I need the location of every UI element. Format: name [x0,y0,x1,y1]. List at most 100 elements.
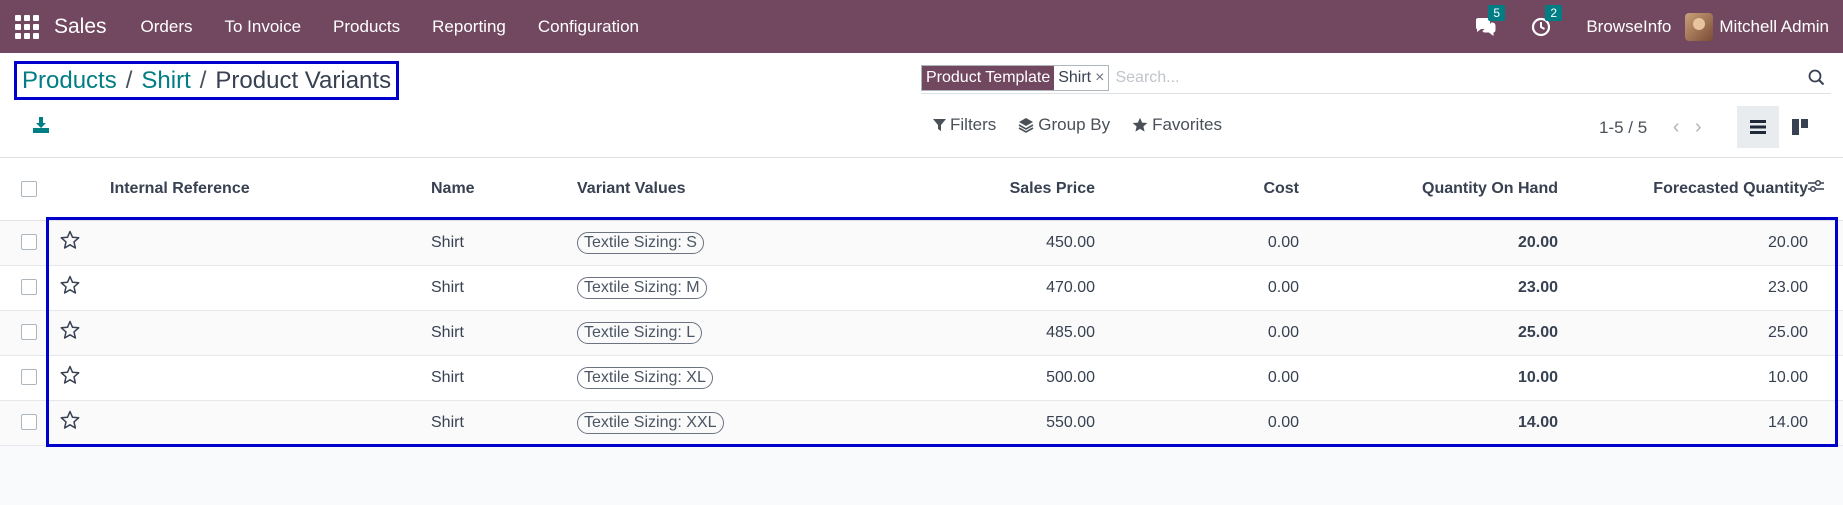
group-by-button[interactable]: Group By [1018,115,1110,135]
column-quantity-on-hand[interactable]: Quantity On Hand [1299,158,1558,221]
row-checkbox[interactable] [21,414,37,431]
variant-values-cell: Textile Sizing: L [577,310,832,356]
facet-remove-icon[interactable]: × [1095,69,1108,87]
column-cost[interactable]: Cost [1095,158,1299,221]
row-end-cell [1808,265,1843,311]
table-header-row: Internal Reference Name Variant Values S… [0,158,1843,221]
activities-count-badge: 2 [1545,4,1563,21]
breadcrumb-shirt[interactable]: Shirt [141,67,190,95]
favorites-button[interactable]: Favorites [1132,115,1222,135]
name-cell: Shirt [431,355,577,401]
page-title: Product Variants [215,66,392,94]
menu-to-invoice[interactable]: To Invoice [209,17,318,37]
table-row[interactable]: Shirt Textile Sizing: M 470.00 0.00 23.0… [0,265,1843,311]
top-navbar: Sales Orders To Invoice Products Reporti… [0,0,1843,53]
menu-orders[interactable]: Orders [125,17,209,37]
row-end-cell [1808,400,1843,446]
app-name[interactable]: Sales [54,15,107,39]
variant-value-tag: Textile Sizing: XXL [577,411,724,434]
favorite-cell [60,310,110,356]
breadcrumb-products[interactable]: Products [22,67,117,95]
kanban-view-button[interactable] [1779,106,1821,148]
kanban-view-icon [1792,119,1808,135]
list-view-icon [1750,120,1766,134]
row-checkbox[interactable] [21,324,37,341]
favorite-cell [60,265,110,311]
sales-price-cell: 470.00 [832,265,1095,311]
table-row[interactable]: Shirt Textile Sizing: XL 500.00 0.00 10.… [0,355,1843,401]
column-sales-price[interactable]: Sales Price [832,158,1095,221]
search-button[interactable] [1801,63,1831,93]
user-name: Mitchell Admin [1719,16,1829,36]
menu-reporting[interactable]: Reporting [416,17,522,37]
search-facet: Product Template Shirt × [921,64,1110,91]
pager-next-icon[interactable]: › [1687,116,1709,139]
cost-cell: 0.00 [1095,400,1299,446]
row-checkbox[interactable] [21,369,37,386]
apps-menu-icon[interactable] [14,14,40,40]
row-checkbox[interactable] [21,279,37,296]
search-bar: Product Template Shirt × [921,62,1831,94]
breadcrumb-separator: / [125,66,133,94]
row-select-cell [0,355,60,401]
cost-cell: 0.00 [1095,220,1299,266]
facet-label: Product Template [922,65,1055,90]
messages-count-badge: 5 [1488,4,1506,21]
pager: 1-5 / 5 ‹ › [1599,116,1709,139]
user-menu[interactable]: Mitchell Admin [1685,12,1829,41]
column-name[interactable]: Name [431,158,577,221]
search-icon [1808,69,1824,86]
sales-price-cell: 450.00 [832,220,1095,266]
cost-cell: 0.00 [1095,310,1299,356]
table-row[interactable]: Shirt Textile Sizing: S 450.00 0.00 20.0… [0,220,1843,266]
layers-icon [1018,118,1034,133]
sales-price-cell: 500.00 [832,355,1095,401]
variant-values-cell: Textile Sizing: XL [577,355,832,401]
cost-cell: 0.00 [1095,355,1299,401]
download-icon [33,117,49,133]
table-row[interactable]: Shirt Textile Sizing: L 485.00 0.00 25.0… [0,310,1843,356]
favorite-cell [60,220,110,266]
view-switcher [1737,106,1821,148]
activities-button[interactable]: 2 [1531,4,1563,37]
star-outline-icon[interactable] [60,275,80,295]
messages-button[interactable]: 5 [1474,4,1506,37]
pager-value[interactable]: 1-5 / 5 [1599,118,1647,138]
favorite-cell [60,400,110,446]
product-variants-list: Internal Reference Name Variant Values S… [0,158,1843,446]
star-outline-icon[interactable] [60,365,80,385]
table-row[interactable]: Shirt Textile Sizing: XXL 550.00 0.00 14… [0,400,1843,446]
column-internal-reference[interactable]: Internal Reference [110,158,431,221]
control-panel: Products / Shirt / Product Variants Prod… [0,53,1843,158]
menu-products[interactable]: Products [317,17,416,37]
name-cell: Shirt [431,400,577,446]
search-input[interactable] [1115,68,1801,87]
variant-value-tag: Textile Sizing: M [577,276,707,299]
menu-configuration[interactable]: Configuration [522,17,655,37]
select-all-checkbox[interactable] [21,180,37,197]
star-outline-icon[interactable] [60,230,80,250]
row-checkbox[interactable] [21,234,37,251]
sales-price-cell: 550.00 [832,400,1095,446]
variant-values-cell: Textile Sizing: S [577,220,832,266]
breadcrumb: Products / Shirt / Product Variants [14,61,400,100]
variant-values-cell: Textile Sizing: M [577,265,832,311]
optional-columns-toggle[interactable] [1808,158,1843,221]
column-variant-values[interactable]: Variant Values [577,158,832,221]
column-forecasted-quantity[interactable]: Forecasted Quantity [1558,158,1808,221]
list-view-button[interactable] [1737,106,1779,148]
star-outline-icon[interactable] [60,320,80,340]
internal-reference-cell [110,265,431,311]
variant-value-tag: Textile Sizing: L [577,321,703,344]
sliders-icon [1808,180,1824,193]
variant-values-cell: Textile Sizing: XXL [577,400,832,446]
pager-previous-icon[interactable]: ‹ [1665,116,1687,139]
export-button[interactable] [32,116,52,138]
star-outline-icon[interactable] [60,410,80,430]
company-switcher[interactable]: BrowseInfo [1586,17,1671,37]
filters-button[interactable]: Filters [933,115,996,135]
internal-reference-cell [110,400,431,446]
star-icon [1132,117,1148,132]
avatar [1685,12,1714,41]
forecasted-quantity-cell: 10.00 [1558,355,1808,401]
